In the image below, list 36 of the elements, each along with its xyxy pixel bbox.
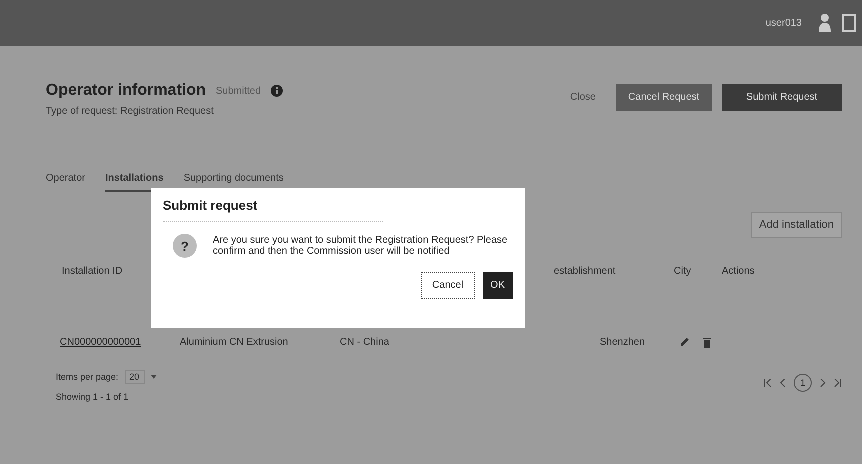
header-button[interactable]: Cancel Request: [616, 84, 712, 111]
installation-id-link[interactable]: CN000000000001: [60, 337, 180, 348]
last-page-icon[interactable]: [834, 379, 842, 387]
dialog-button[interactable]: Cancel: [421, 272, 475, 299]
dialog-title: Submit request: [163, 198, 383, 222]
page-number[interactable]: 1: [794, 374, 812, 392]
question-icon: ?: [173, 234, 197, 258]
status-label: Submitted: [216, 86, 262, 96]
info-icon[interactable]: [271, 85, 284, 97]
previous-page-icon[interactable]: [780, 379, 786, 387]
request-type: Type of request: Registration Request: [46, 106, 215, 117]
column-header: City: [674, 266, 692, 277]
dialog-button[interactable]: OK: [482, 272, 513, 299]
table-cell-text: CN - China: [340, 337, 390, 348]
dialog-message: Are you sure you want to submit the Registration Request? Please confirm and then the Commission user will be notified: [213, 235, 509, 257]
tab[interactable]: Operator: [46, 173, 86, 192]
items-per-page-select[interactable]: 20: [124, 370, 145, 384]
column-header: Actions: [722, 266, 755, 277]
caret-icon[interactable]: [150, 375, 157, 379]
column-header: establishment: [554, 266, 617, 277]
header-button[interactable]: Close: [560, 84, 606, 111]
edit-icon[interactable]: [680, 337, 690, 347]
tab[interactable]: Supporting documents: [184, 173, 284, 192]
first-page-icon[interactable]: [764, 379, 772, 387]
items-per-page-label: Items per page:: [56, 372, 119, 382]
header-button[interactable]: Submit Request: [722, 84, 842, 111]
username: user013: [766, 18, 802, 28]
next-page-icon[interactable]: [820, 379, 826, 387]
table-cell-text: Shenzhen: [600, 337, 646, 348]
showing-count: Showing 1 - 1 of 1: [56, 392, 130, 402]
add-installation-button[interactable]: Add installation: [751, 212, 842, 238]
table-cell-text: Aluminium CN Extrusion: [180, 337, 290, 348]
page-title: Operator information: [46, 82, 206, 100]
column-header: Installation ID: [62, 266, 124, 277]
user-icon[interactable]: [818, 13, 832, 33]
delete-icon[interactable]: [702, 337, 712, 348]
